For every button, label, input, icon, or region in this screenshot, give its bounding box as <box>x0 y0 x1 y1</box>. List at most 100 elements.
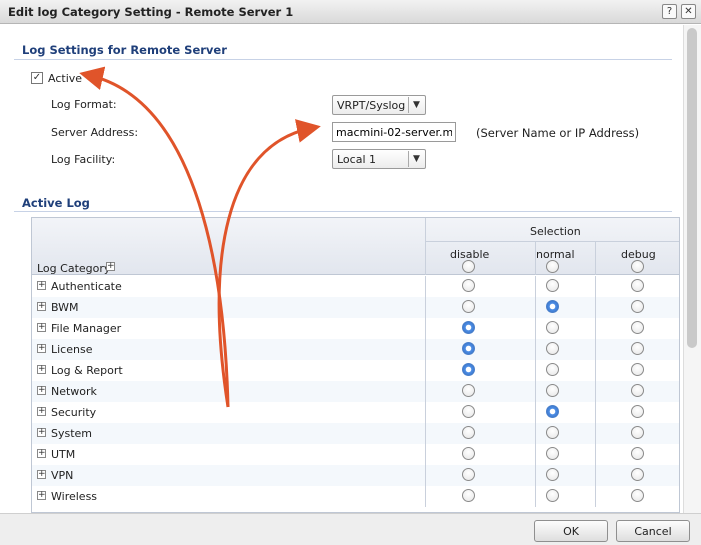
log-facility-select[interactable]: Local 1 ▼ <box>332 149 426 169</box>
column-divider <box>535 276 536 297</box>
expand-icon[interactable]: + <box>37 281 46 290</box>
normal-radio[interactable] <box>546 342 559 355</box>
normal-radio[interactable] <box>546 363 559 376</box>
disable-radio[interactable] <box>462 468 475 481</box>
header-log-category: Log Category <box>37 262 111 275</box>
row-label: System <box>51 427 93 440</box>
table-row: + UTM <box>32 444 679 465</box>
disable-radio[interactable] <box>462 300 475 313</box>
table-row: + Network <box>32 381 679 402</box>
normal-radio[interactable] <box>546 405 559 418</box>
select-all-debug-radio[interactable] <box>631 260 644 273</box>
expand-icon[interactable]: + <box>37 323 46 332</box>
debug-radio[interactable] <box>631 405 644 418</box>
normal-radio[interactable] <box>546 489 559 502</box>
disable-radio[interactable] <box>462 489 475 502</box>
table-row: + Wireless <box>32 486 679 507</box>
disable-radio[interactable] <box>462 405 475 418</box>
column-divider <box>425 276 426 297</box>
normal-radio[interactable] <box>546 384 559 397</box>
active-checkbox[interactable]: ✓ <box>31 72 43 84</box>
column-divider <box>535 318 536 339</box>
row-label: License <box>51 343 93 356</box>
disable-radio[interactable] <box>462 279 475 292</box>
header-divider <box>426 241 679 242</box>
window-title: Edit log Category Setting - Remote Serve… <box>8 5 294 19</box>
column-divider <box>425 444 426 465</box>
normal-radio[interactable] <box>546 321 559 334</box>
disable-radio[interactable] <box>462 447 475 460</box>
row-label: BWM <box>51 301 79 314</box>
grid-header: Selection disable normal debug Log Categ… <box>32 218 679 275</box>
chevron-down-icon: ▼ <box>408 97 424 113</box>
log-format-select[interactable]: VRPT/Syslog ▼ <box>332 95 426 115</box>
log-facility-label: Log Facility: <box>51 153 116 166</box>
column-divider <box>595 318 596 339</box>
header-divider <box>595 241 596 275</box>
debug-radio[interactable] <box>631 363 644 376</box>
expand-icon[interactable]: + <box>37 407 46 416</box>
column-divider <box>595 423 596 444</box>
debug-radio[interactable] <box>631 300 644 313</box>
expand-icon[interactable]: + <box>37 491 46 500</box>
disable-radio[interactable] <box>462 342 475 355</box>
column-divider <box>535 297 536 318</box>
section-divider <box>14 211 672 212</box>
column-divider <box>535 339 536 360</box>
normal-radio[interactable] <box>546 447 559 460</box>
debug-radio[interactable] <box>631 468 644 481</box>
table-row: + License <box>32 339 679 360</box>
expand-icon[interactable]: + <box>37 365 46 374</box>
select-all-normal-radio[interactable] <box>546 260 559 273</box>
column-divider <box>595 276 596 297</box>
normal-radio[interactable] <box>546 468 559 481</box>
ok-button[interactable]: OK <box>534 520 608 542</box>
active-label: Active <box>48 72 83 85</box>
chevron-down-icon: ▼ <box>408 151 424 167</box>
debug-radio[interactable] <box>631 321 644 334</box>
column-divider <box>535 486 536 507</box>
server-address-input[interactable] <box>332 122 456 142</box>
debug-radio[interactable] <box>631 447 644 460</box>
header-disable: disable <box>450 248 490 261</box>
column-divider <box>595 444 596 465</box>
expand-icon[interactable]: + <box>37 344 46 353</box>
table-row: + BWM <box>32 297 679 318</box>
normal-radio[interactable] <box>546 426 559 439</box>
normal-radio[interactable] <box>546 279 559 292</box>
active-log-section-title: Active Log <box>22 196 90 210</box>
debug-radio[interactable] <box>631 342 644 355</box>
log-facility-value: Local 1 <box>337 153 377 166</box>
scrollbar-thumb[interactable] <box>687 28 697 348</box>
select-all-disable-radio[interactable] <box>462 260 475 273</box>
normal-radio[interactable] <box>546 300 559 313</box>
help-button[interactable]: ? <box>662 4 677 19</box>
debug-radio[interactable] <box>631 279 644 292</box>
row-label: VPN <box>51 469 74 482</box>
disable-radio[interactable] <box>462 426 475 439</box>
debug-radio[interactable] <box>631 384 644 397</box>
cancel-button[interactable]: Cancel <box>616 520 690 542</box>
log-settings-section-title: Log Settings for Remote Server <box>22 43 227 57</box>
expand-icon[interactable]: + <box>37 428 46 437</box>
expand-icon[interactable]: + <box>37 449 46 458</box>
column-divider <box>535 465 536 486</box>
row-label: Network <box>51 385 97 398</box>
dialog-content: Log Settings for Remote Server ✓ Active … <box>0 25 683 513</box>
column-divider <box>535 360 536 381</box>
debug-radio[interactable] <box>631 489 644 502</box>
row-label: File Manager <box>51 322 122 335</box>
column-divider <box>425 465 426 486</box>
column-divider <box>535 423 536 444</box>
disable-radio[interactable] <box>462 321 475 334</box>
expand-icon[interactable]: + <box>37 386 46 395</box>
expand-all-icon[interactable]: + <box>106 262 115 271</box>
disable-radio[interactable] <box>462 384 475 397</box>
expand-icon[interactable]: + <box>37 470 46 479</box>
debug-radio[interactable] <box>631 426 644 439</box>
table-row: + File Manager <box>32 318 679 339</box>
close-button[interactable]: ✕ <box>681 4 696 19</box>
expand-icon[interactable]: + <box>37 302 46 311</box>
vertical-scrollbar[interactable] <box>683 25 701 513</box>
disable-radio[interactable] <box>462 363 475 376</box>
